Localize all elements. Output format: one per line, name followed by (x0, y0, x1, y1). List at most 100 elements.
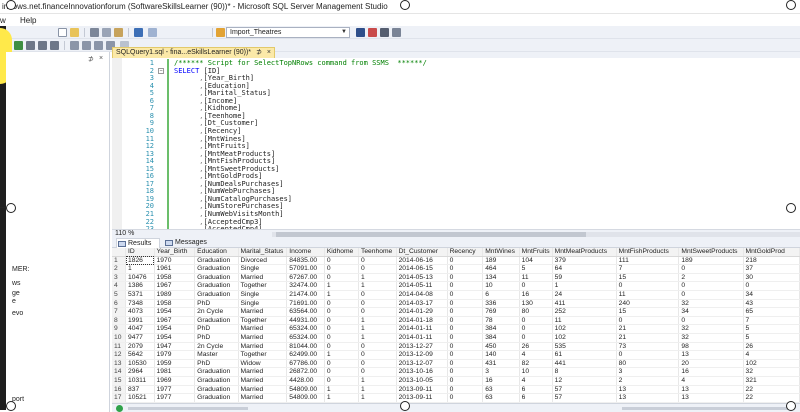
table-cell[interactable]: 59 (552, 273, 617, 283)
table-row[interactable]: 17 10521 1977 Graduation Married 54809.00 1 1 20… (112, 393, 800, 403)
table-cell[interactable]: 80 (519, 307, 553, 317)
table-cell[interactable]: 2013-10-16 (396, 367, 448, 377)
table-cell[interactable]: Married (238, 333, 288, 343)
results-to-grid-icon[interactable] (26, 41, 35, 50)
row-number[interactable]: 10 (112, 333, 126, 343)
table-cell[interactable]: 13 (678, 350, 744, 360)
table-cell[interactable]: 1958 (154, 299, 196, 309)
table-cell[interactable]: 5371 (125, 290, 155, 300)
table-cell[interactable]: 1 (358, 273, 397, 283)
table-cell[interactable]: 4047 (125, 324, 155, 334)
table-cell[interactable]: 0 (447, 359, 484, 369)
table-cell[interactable]: 26 (519, 342, 553, 352)
table-cell[interactable]: 0 (358, 256, 397, 266)
table-cell[interactable]: 1 (552, 281, 617, 291)
column-header[interactable]: Recency (447, 248, 484, 257)
table-cell[interactable]: 1 (358, 316, 397, 326)
table-cell[interactable]: 1961 (154, 264, 196, 274)
results-to-file-icon[interactable] (50, 41, 59, 50)
table-cell[interactable]: 2014-01-18 (396, 316, 448, 326)
table-cell[interactable]: 0 (324, 273, 360, 283)
redo-icon[interactable] (148, 28, 157, 37)
table-cell[interactable]: 62499.00 (286, 350, 325, 360)
table-row[interactable]: 12 5642 1979 Master Together 62499.00 1 0 2013-1… (112, 350, 800, 360)
column-header[interactable]: MntFishProducts (616, 248, 680, 257)
table-cell[interactable]: 2014-01-11 (396, 324, 448, 334)
table-cell[interactable]: 21474.00 (286, 290, 325, 300)
table-cell[interactable]: Single (238, 290, 288, 300)
column-header[interactable]: MntFruits (519, 248, 553, 257)
table-cell[interactable]: 4 (519, 350, 553, 360)
table-cell[interactable]: 769 (482, 307, 520, 317)
table-row[interactable]: 7 4073 1954 2n Cycle Married 63564.00 0 0 2014-0… (112, 307, 800, 317)
table-cell[interactable]: 130 (519, 299, 553, 309)
table-cell[interactable]: 32474.00 (286, 281, 325, 291)
table-cell[interactable]: 9477 (125, 333, 155, 343)
resize-handle-top[interactable] (400, 0, 410, 10)
table-cell[interactable]: Married (238, 324, 288, 334)
column-header[interactable]: MntMeatProducts (552, 248, 617, 257)
table-cell[interactable]: 64 (552, 264, 617, 274)
table-cell[interactable]: 98 (678, 342, 744, 352)
table-cell[interactable]: 450 (482, 342, 520, 352)
table-cell[interactable]: 3 (616, 367, 680, 377)
uncomment-icon[interactable] (82, 41, 91, 50)
table-cell[interactable]: PhD (194, 299, 239, 309)
table-cell[interactable]: 57091.00 (286, 264, 325, 274)
table-cell[interactable]: 2014-01-29 (396, 307, 448, 317)
table-cell[interactable]: 4 (519, 376, 553, 386)
table-cell[interactable]: 65324.00 (286, 333, 325, 343)
row-number[interactable]: 16 (112, 385, 126, 395)
row-number[interactable]: 3 (112, 273, 126, 283)
table-cell[interactable]: 2014-05-11 (396, 281, 448, 291)
table-row[interactable]: 14 2964 1981 Graduation Married 26872.00 0 0 201… (112, 367, 800, 377)
table-cell[interactable]: 0 (447, 316, 484, 326)
table-cell[interactable]: 4 (743, 350, 800, 360)
table-cell[interactable]: Married (238, 367, 288, 377)
close-icon[interactable]: × (99, 55, 107, 63)
table-cell[interactable]: Graduation (194, 273, 239, 283)
column-header[interactable]: ID (125, 248, 155, 257)
table-cell[interactable]: 0 (447, 273, 484, 283)
table-cell[interactable]: 2013-12-09 (396, 350, 448, 360)
query-editor[interactable]: 1/****** Script for SelectTopNRows comma… (112, 58, 800, 232)
explorer-node[interactable]: e (12, 298, 16, 305)
table-cell[interactable]: PhD (194, 333, 239, 343)
table-cell[interactable]: Together (238, 316, 288, 326)
table-cell[interactable]: 0 (324, 342, 360, 352)
table-cell[interactable]: 73 (616, 342, 680, 352)
table-cell[interactable]: 1954 (154, 324, 196, 334)
grid-corner[interactable] (112, 248, 126, 257)
table-cell[interactable]: 0 (324, 333, 360, 343)
menu-help[interactable]: Help (20, 16, 36, 25)
table-cell[interactable]: 0 (358, 290, 397, 300)
table-cell[interactable]: 10476 (125, 273, 155, 283)
options-icon[interactable] (392, 28, 401, 37)
table-cell[interactable]: 0 (447, 342, 484, 352)
row-number[interactable]: 2 (112, 264, 126, 274)
table-cell[interactable]: 11 (616, 290, 680, 300)
table-cell[interactable]: 411 (552, 299, 617, 309)
table-cell[interactable]: Married (238, 307, 288, 317)
table-row[interactable]: 16 837 1977 Graduation Married 54809.00 1 1 2013… (112, 385, 800, 395)
table-cell[interactable]: Divorced (238, 256, 288, 266)
results-to-text-icon[interactable] (38, 41, 47, 50)
table-cell[interactable]: Graduation (194, 264, 239, 274)
column-header[interactable]: Education (194, 248, 239, 257)
table-cell[interactable]: 0 (324, 307, 360, 317)
table-cell[interactable]: 0 (324, 359, 360, 369)
horizontal-scrollbar[interactable] (272, 232, 800, 237)
table-cell[interactable]: 0 (324, 376, 360, 386)
table-row[interactable]: 6 7348 1958 PhD Single 71691.00 0 0 2014-03-17 0 3… (112, 299, 800, 309)
table-cell[interactable]: 63564.00 (286, 307, 325, 317)
table-cell[interactable]: 65 (743, 307, 800, 317)
table-cell[interactable]: Graduation (194, 385, 239, 395)
table-cell[interactable]: 54809.00 (286, 393, 325, 403)
table-cell[interactable]: 2014-01-11 (396, 333, 448, 343)
table-cell[interactable]: 67267.00 (286, 273, 325, 283)
table-cell[interactable]: 431 (482, 359, 520, 369)
row-number[interactable]: 1 (112, 256, 126, 266)
explorer-node[interactable]: ws (12, 280, 21, 287)
row-number[interactable]: 17 (112, 393, 126, 403)
table-cell[interactable]: 1386 (125, 281, 155, 291)
